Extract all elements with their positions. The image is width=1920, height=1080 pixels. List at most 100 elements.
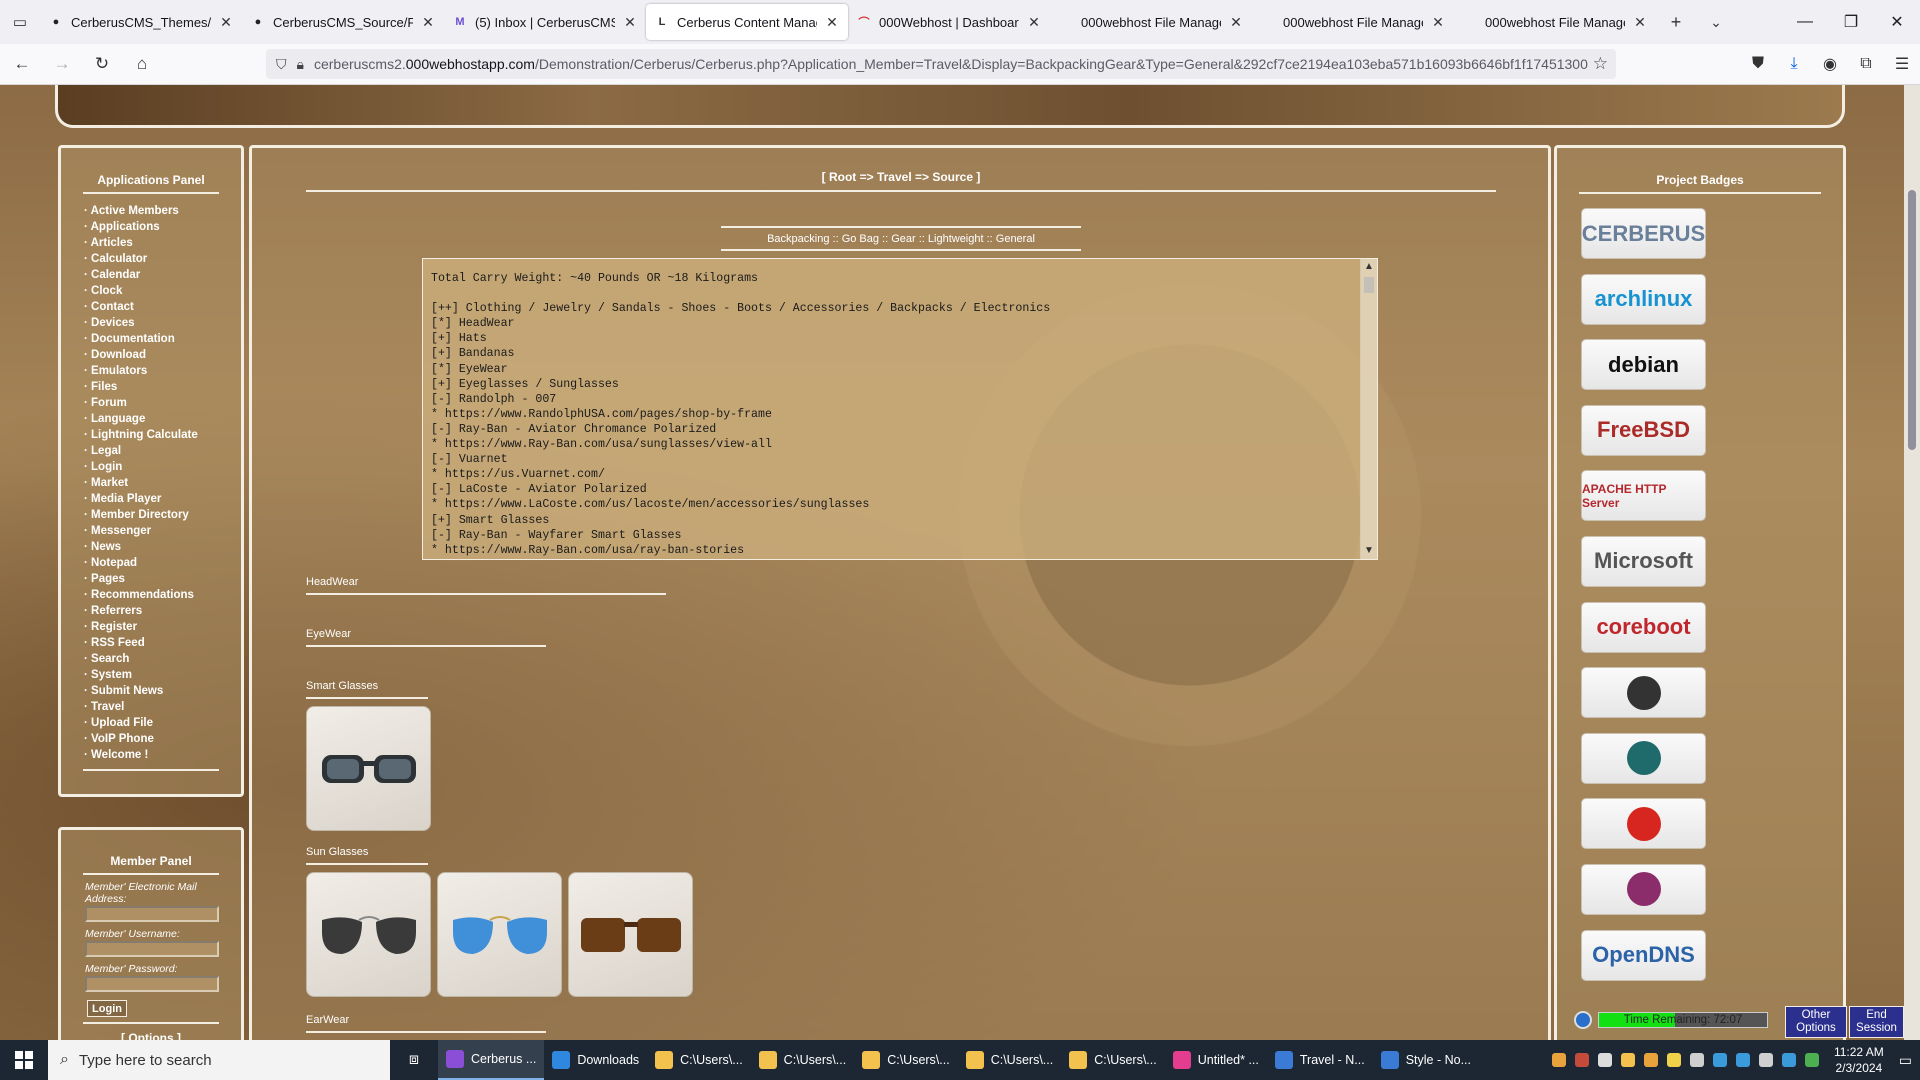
- application-link[interactable]: Emulators: [84, 363, 241, 379]
- taskbar-app-button[interactable]: C:\Users\...: [854, 1040, 958, 1080]
- end-session-button[interactable]: End Session: [1849, 1006, 1904, 1038]
- page-scrollbar[interactable]: [1904, 85, 1920, 1040]
- options-link[interactable]: [ Options ]: [61, 1031, 241, 1040]
- taskbar-app-button[interactable]: C:\Users\...: [751, 1040, 855, 1080]
- opendns-badge[interactable]: OpenDNS: [1581, 929, 1706, 981]
- network-icon[interactable]: [1781, 1053, 1796, 1067]
- application-link[interactable]: Messenger: [84, 523, 241, 539]
- tray-app-icon[interactable]: [1712, 1053, 1727, 1067]
- brown-sunglasses-image[interactable]: [568, 872, 693, 997]
- tray-app-icon[interactable]: [1689, 1053, 1704, 1067]
- application-link[interactable]: Articles: [84, 235, 241, 251]
- application-link[interactable]: Travel: [84, 699, 241, 715]
- close-tab-icon[interactable]: ✕: [622, 14, 638, 31]
- scroll-thumb[interactable]: [1364, 277, 1374, 293]
- taskbar-app-button[interactable]: Cerberus ...: [438, 1040, 545, 1080]
- application-link[interactable]: RSS Feed: [84, 635, 241, 651]
- terminal-badge[interactable]: [1581, 667, 1706, 719]
- system-clock[interactable]: 11:22 AM 2/3/2024: [1834, 1044, 1884, 1076]
- scroll-down-icon[interactable]: ▼: [1361, 543, 1377, 559]
- application-link[interactable]: Submit News: [84, 683, 241, 699]
- menu-icon[interactable]: ☰: [1884, 54, 1920, 74]
- application-link[interactable]: Clock: [84, 283, 241, 299]
- battery-icon[interactable]: [1804, 1053, 1819, 1067]
- taskbar-app-button[interactable]: Style - No...: [1373, 1040, 1479, 1080]
- cerberus-badge[interactable]: CERBERUS: [1581, 208, 1706, 259]
- application-link[interactable]: Files: [84, 379, 241, 395]
- tab-overflow-chevron-icon[interactable]: ⌄: [1696, 0, 1736, 44]
- browser-tab[interactable]: ● CerberusCMS_Themes/Sou ✕: [40, 4, 242, 40]
- close-tab-icon[interactable]: ✕: [1228, 14, 1244, 31]
- application-link[interactable]: Devices: [84, 315, 241, 331]
- application-link[interactable]: Recommendations: [84, 587, 241, 603]
- application-link[interactable]: Applications: [84, 219, 241, 235]
- tray-app-icon[interactable]: [1620, 1053, 1635, 1067]
- task-view-icon[interactable]: ⧈: [390, 1040, 438, 1080]
- application-link[interactable]: Language: [84, 411, 241, 427]
- lock-icon[interactable]: 🔒︎: [297, 56, 304, 73]
- restore-window-icon[interactable]: ❐: [1828, 0, 1874, 44]
- browser-tab[interactable]: L Cerberus Content Manager ✕: [646, 4, 848, 40]
- debian-badge[interactable]: debian: [1581, 339, 1706, 391]
- smart-glasses-image[interactable]: [306, 706, 431, 831]
- archlinux-badge[interactable]: archlinux: [1581, 273, 1706, 325]
- tray-app-icon[interactable]: [1597, 1053, 1612, 1067]
- breadcrumb[interactable]: [ Root => Travel => Source ]: [306, 170, 1496, 184]
- application-link[interactable]: Login: [84, 459, 241, 475]
- browser-tab[interactable]: 000webhost File Manager ✕: [1454, 4, 1656, 40]
- apache-badge[interactable]: APACHE HTTP Server: [1581, 470, 1706, 522]
- tray-app-icon[interactable]: [1551, 1053, 1566, 1067]
- coreboot-badge[interactable]: coreboot: [1581, 601, 1706, 653]
- close-tab-icon[interactable]: ✕: [420, 14, 436, 31]
- taskbar-search-box[interactable]: ⌕ Type here to search: [48, 1040, 390, 1080]
- application-link[interactable]: Active Members: [84, 203, 241, 219]
- source-scrollbar[interactable]: ▲ ▼: [1360, 259, 1377, 559]
- close-tab-icon[interactable]: ✕: [1632, 14, 1648, 31]
- browser-tab[interactable]: ⌒ 000Webhost | Dashboard ✕: [848, 4, 1050, 40]
- windows-start-icon[interactable]: [0, 1040, 48, 1080]
- tray-app-icon[interactable]: [1574, 1053, 1589, 1067]
- application-link[interactable]: Legal: [84, 443, 241, 459]
- application-link[interactable]: Referrers: [84, 603, 241, 619]
- browser-tab[interactable]: M (5) Inbox | CerberusCMS2@ ✕: [444, 4, 646, 40]
- address-bar[interactable]: ⛉ 🔒︎ cerberuscms2.000webhostapp.com/Demo…: [266, 49, 1616, 79]
- downloads-icon[interactable]: ⤓: [1776, 55, 1812, 73]
- shield-icon[interactable]: ⛉: [276, 56, 287, 73]
- application-link[interactable]: Upload File: [84, 715, 241, 731]
- back-icon[interactable]: ←: [4, 48, 40, 80]
- other-options-button[interactable]: Other Options: [1785, 1006, 1847, 1038]
- reload-icon[interactable]: ↻: [84, 48, 120, 80]
- application-link[interactable]: Media Player: [84, 491, 241, 507]
- taskbar-app-button[interactable]: Downloads: [544, 1040, 647, 1080]
- application-link[interactable]: Documentation: [84, 331, 241, 347]
- login-button[interactable]: Login: [87, 1000, 127, 1017]
- aviator-sunglasses-image[interactable]: [306, 872, 431, 997]
- application-link[interactable]: Lightning Calculate: [84, 427, 241, 443]
- application-link[interactable]: Welcome !: [84, 747, 241, 763]
- browser-tab[interactable]: 000webhost File Manager ✕: [1252, 4, 1454, 40]
- taskbar-app-button[interactable]: C:\Users\...: [958, 1040, 1062, 1080]
- scroll-up-icon[interactable]: ▲: [1361, 259, 1377, 275]
- lotus-badge[interactable]: [1581, 863, 1706, 915]
- pocket-icon[interactable]: ⛊: [1740, 55, 1776, 73]
- application-link[interactable]: Register: [84, 619, 241, 635]
- volume-muted-icon[interactable]: [1758, 1053, 1773, 1067]
- extensions-icon[interactable]: ⧉: [1848, 55, 1884, 73]
- application-link[interactable]: Calendar: [84, 267, 241, 283]
- application-link[interactable]: Member Directory: [84, 507, 241, 523]
- minimize-window-icon[interactable]: —: [1782, 0, 1828, 44]
- tomato-badge[interactable]: [1581, 798, 1706, 850]
- microsoft-badge[interactable]: Microsoft: [1581, 535, 1706, 587]
- application-link[interactable]: Pages: [84, 571, 241, 587]
- taskbar-app-button[interactable]: C:\Users\...: [1061, 1040, 1165, 1080]
- tray-app-icon[interactable]: [1643, 1053, 1658, 1067]
- home-icon[interactable]: ⌂: [124, 48, 160, 80]
- application-link[interactable]: VoIP Phone: [84, 731, 241, 747]
- tray-app-icon[interactable]: [1666, 1053, 1681, 1067]
- blue-aviator-sunglasses-image[interactable]: [437, 872, 562, 997]
- account-icon[interactable]: ◉: [1812, 54, 1848, 74]
- application-link[interactable]: Notepad: [84, 555, 241, 571]
- browser-tab[interactable]: ● CerberusCMS_Source/Proje ✕: [242, 4, 444, 40]
- bookmark-star-icon[interactable]: ☆: [1593, 54, 1608, 74]
- tab-list-icon[interactable]: ▭: [0, 0, 40, 44]
